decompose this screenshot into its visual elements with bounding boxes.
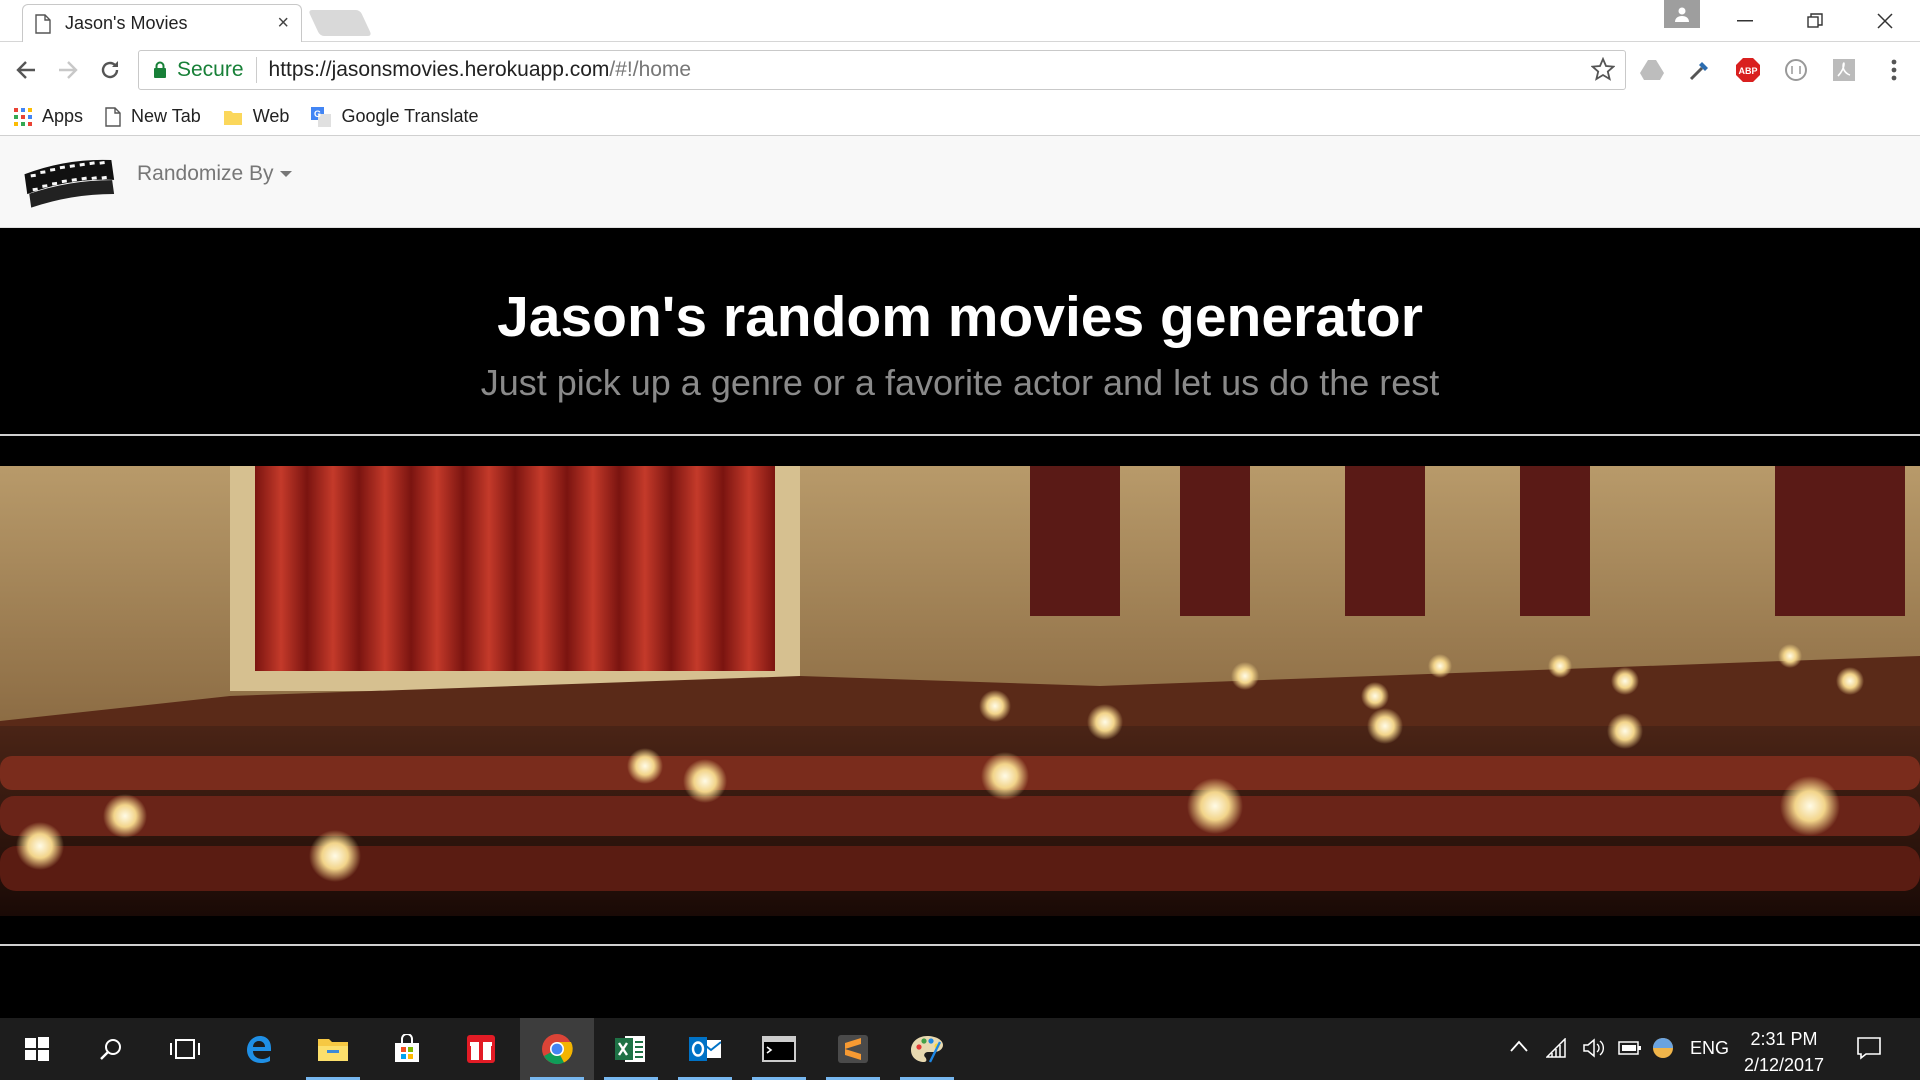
outlook-icon <box>689 1037 721 1061</box>
url-text[interactable]: https://jasonsmovies.herokuapp.com/#!/ho… <box>269 58 692 82</box>
bookmark-google-translate[interactable]: G Google Translate <box>311 106 479 127</box>
volume-icon[interactable] <box>1582 1037 1604 1059</box>
reload-button[interactable] <box>92 52 128 88</box>
bookmarks-bar: Apps New Tab Web G Google Translate <box>0 98 1920 136</box>
reload-icon <box>101 61 119 79</box>
menu-kebab-icon[interactable] <box>1880 56 1908 84</box>
restore-button[interactable] <box>1780 0 1850 42</box>
secure-label: Secure <box>177 58 244 81</box>
store-taskbar-button[interactable] <box>370 1018 444 1080</box>
tab-close-button[interactable]: × <box>277 12 289 35</box>
windows-logo-icon <box>25 1037 49 1061</box>
edge-icon <box>247 1036 271 1063</box>
tab-title: Jason's Movies <box>65 13 188 33</box>
paint-palette-icon <box>911 1036 943 1063</box>
hero-section: Jason's random movies generator Just pic… <box>0 228 1920 1018</box>
task-view-icon <box>170 1039 200 1059</box>
address-divider <box>255 57 257 83</box>
page-icon <box>105 106 121 127</box>
page-icon <box>35 13 51 34</box>
site-navbar: Randomize By <box>0 136 1920 228</box>
excel-taskbar-button[interactable] <box>594 1018 668 1080</box>
clock-date: 2/12/2017 <box>1743 1055 1825 1075</box>
sublime-text-icon <box>838 1035 868 1063</box>
drive-extension-icon[interactable] <box>1638 56 1666 84</box>
lock-icon <box>154 61 166 78</box>
bookmark-label: Apps <box>42 106 84 126</box>
url-host: https://jasonsmovies.herokuapp.com <box>268 58 610 81</box>
paint-taskbar-button[interactable] <box>890 1018 964 1080</box>
bookmark-star-icon[interactable] <box>1591 57 1615 81</box>
folder-icon <box>318 1039 348 1061</box>
gift-icon <box>467 1035 495 1063</box>
chrome-taskbar-button[interactable] <box>520 1018 594 1080</box>
browser-toolbar: Secure https://jasonsmovies.herokuapp.co… <box>0 42 1920 98</box>
back-button[interactable] <box>8 52 44 88</box>
task-view-button[interactable] <box>148 1018 222 1080</box>
translate-icon: G <box>311 106 332 127</box>
apps-grid-icon <box>14 107 32 126</box>
divider-top <box>0 434 1920 436</box>
divider-bottom <box>0 944 1920 946</box>
bookmark-label: New Tab <box>131 106 201 126</box>
windows-taskbar: ENG 2:31 PM 2/12/2017 <box>0 1018 1920 1080</box>
wifi-icon[interactable] <box>1546 1038 1568 1058</box>
outlook-taskbar-button[interactable] <box>668 1018 742 1080</box>
tray-app-icon[interactable] <box>1652 1037 1674 1059</box>
page-title: Jason's random movies generator <box>497 285 1423 349</box>
theater-image <box>0 466 1920 916</box>
profile-icon[interactable] <box>1664 0 1700 28</box>
circle-extension-icon[interactable] <box>1782 56 1810 84</box>
folder-icon <box>223 110 242 125</box>
page-subtitle: Just pick up a genre or a favorite actor… <box>480 362 1440 403</box>
bookmark-apps[interactable]: Apps <box>14 106 83 127</box>
svg-text:G: G <box>314 109 321 119</box>
pdf-extension-icon[interactable] <box>1830 56 1858 84</box>
eyedropper-extension-icon[interactable] <box>1686 56 1714 84</box>
terminal-icon <box>762 1036 796 1062</box>
file-explorer-taskbar-button[interactable] <box>296 1018 370 1080</box>
bookmark-new-tab[interactable]: New Tab <box>105 106 201 127</box>
url-path: /#!/home <box>609 58 692 81</box>
address-bar[interactable]: Secure https://jasonsmovies.herokuapp.co… <box>138 50 1626 90</box>
dropdown-label: Randomize By <box>137 162 274 185</box>
tab-strip: Jason's Movies × <box>0 0 1920 42</box>
store-bag-icon <box>395 1034 419 1062</box>
forward-button[interactable] <box>50 52 86 88</box>
sublime-taskbar-button[interactable] <box>816 1018 890 1080</box>
clock[interactable]: 2:31 PM 2/12/2017 <box>1738 1026 1830 1078</box>
secure-indicator[interactable]: Secure <box>153 58 244 82</box>
forward-arrow-icon <box>59 61 78 79</box>
film-reel-logo[interactable] <box>22 156 118 208</box>
close-window-button[interactable] <box>1850 0 1920 42</box>
gift-app-taskbar-button[interactable] <box>444 1018 518 1080</box>
edge-taskbar-button[interactable] <box>222 1018 296 1080</box>
back-arrow-icon <box>16 61 35 79</box>
chrome-icon <box>542 1034 573 1065</box>
start-button[interactable] <box>0 1018 74 1080</box>
chevron-up-icon[interactable] <box>1510 1040 1528 1052</box>
browser-window: Jason's Movies × Secure https://jasonsmo… <box>0 0 1920 1080</box>
clock-time: 2:31 PM <box>1750 1029 1818 1049</box>
bookmark-label: Web <box>252 106 290 126</box>
excel-icon <box>615 1036 645 1062</box>
new-tab-button[interactable] <box>307 10 373 36</box>
caret-down-icon <box>279 171 292 177</box>
search-icon <box>100 1039 121 1060</box>
adblock-extension-icon[interactable]: ABP <box>1734 56 1762 84</box>
browser-tab[interactable]: Jason's Movies × <box>22 4 302 42</box>
bookmark-web-folder[interactable]: Web <box>223 106 290 127</box>
bookmark-label: Google Translate <box>341 106 479 126</box>
battery-icon[interactable] <box>1618 1040 1642 1056</box>
terminal-taskbar-button[interactable] <box>742 1018 816 1080</box>
svg-text:ABP: ABP <box>1738 66 1757 76</box>
randomize-by-dropdown[interactable]: Randomize By <box>137 162 292 186</box>
action-center-icon[interactable] <box>1856 1036 1882 1060</box>
minimize-button[interactable] <box>1710 0 1780 42</box>
input-language-indicator[interactable]: ENG <box>1690 1038 1729 1059</box>
search-button[interactable] <box>74 1018 148 1080</box>
